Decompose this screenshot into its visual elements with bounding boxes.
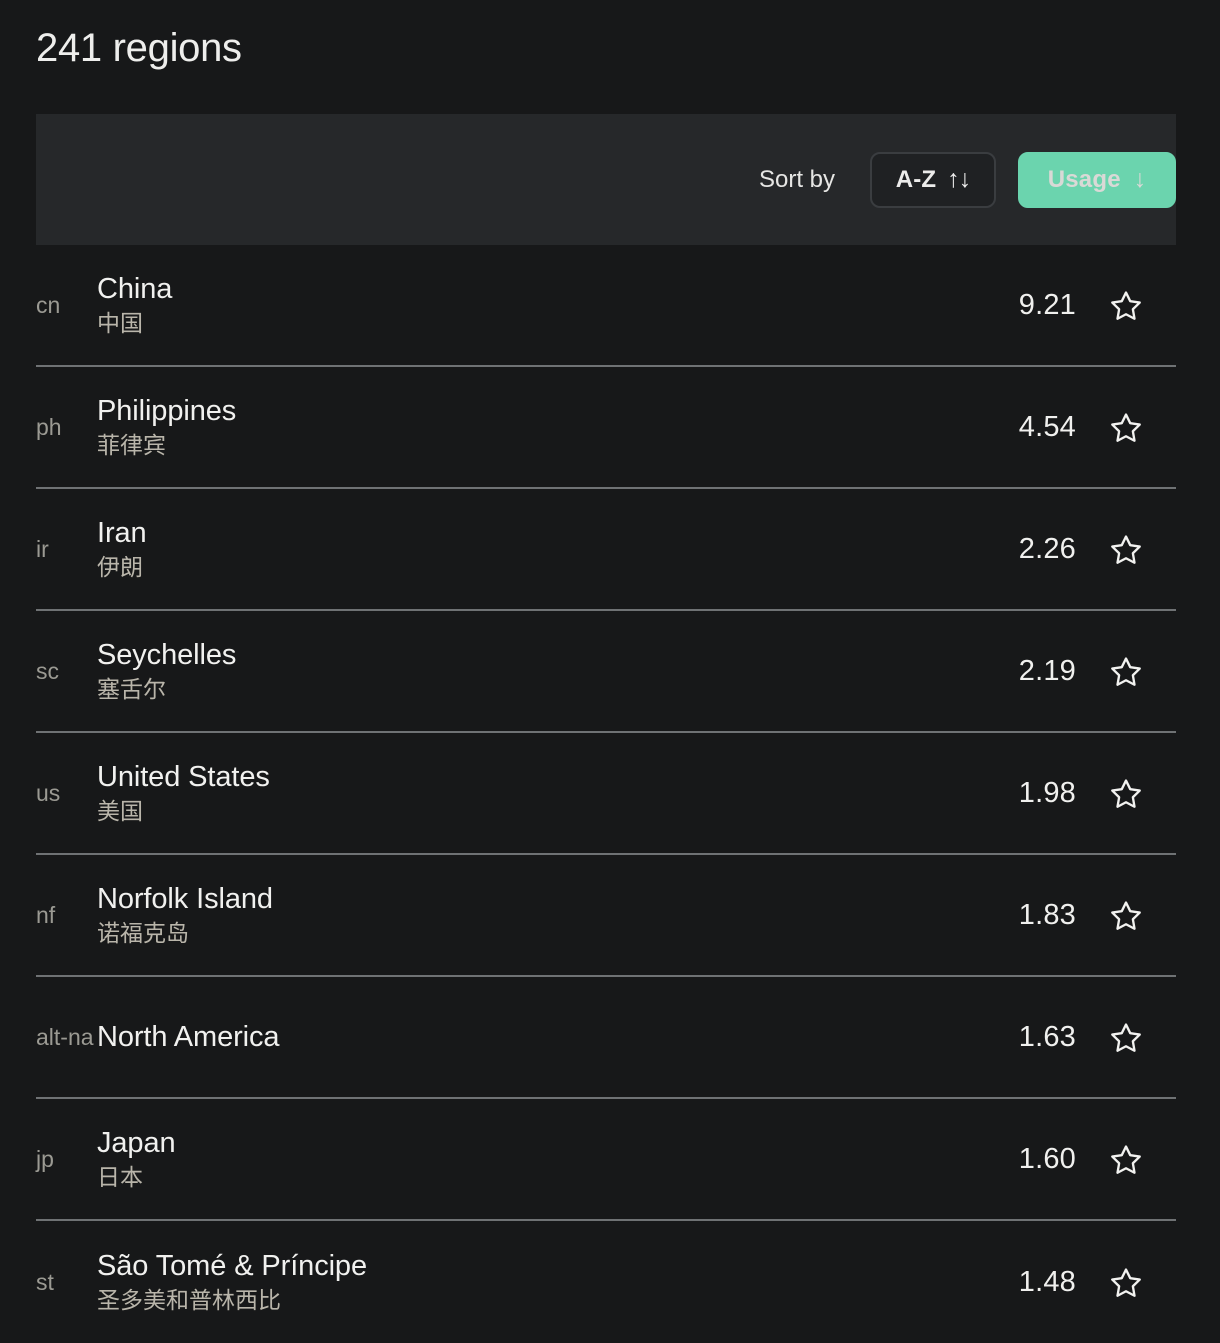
region-names: Philippines 菲律宾: [97, 394, 926, 460]
table-row[interactable]: st São Tomé & Príncipe 圣多美和普林西比 1.48: [36, 1221, 1176, 1343]
table-row[interactable]: jp Japan 日本 1.60: [36, 1099, 1176, 1221]
star-outline-icon: [1109, 1266, 1143, 1299]
region-name-english: Norfolk Island: [97, 883, 273, 915]
favorite-star-button[interactable]: [1076, 899, 1176, 932]
region-name-localized: 塞舌尔: [97, 676, 166, 702]
favorite-star-button[interactable]: [1076, 1143, 1176, 1176]
region-names: Japan 日本: [97, 1126, 926, 1192]
sort-updown-arrows-icon: ↑↓: [947, 165, 971, 193]
region-usage-value: 1.98: [1018, 777, 1076, 809]
favorite-star-button[interactable]: [1076, 777, 1176, 810]
favorite-star-button[interactable]: [1076, 411, 1176, 444]
table-row[interactable]: sc Seychelles 塞舌尔 2.19: [36, 611, 1176, 733]
sort-alphabetical-label: A-Z: [895, 165, 937, 193]
region-name-english: Iran: [97, 517, 147, 549]
table-row[interactable]: nf Norfolk Island 诺福克岛 1.83: [36, 855, 1176, 977]
region-code: alt-na: [36, 1023, 94, 1050]
region-names: Iran 伊朗: [97, 516, 926, 582]
region-code: ph: [36, 413, 62, 440]
region-name-english: North America: [97, 1021, 280, 1053]
region-list: cn China 中国 9.21 ph Philippines 菲律宾 4.54: [36, 245, 1176, 1343]
region-names: São Tomé & Príncipe 圣多美和普林西比: [97, 1249, 926, 1315]
region-code: us: [36, 779, 61, 806]
region-name-english: Seychelles: [97, 639, 237, 671]
region-name-english: São Tomé & Príncipe: [97, 1250, 367, 1282]
sort-toolbar: Sort by A-Z ↑↓ Usage ↓: [36, 114, 1176, 245]
favorite-star-button[interactable]: [1076, 289, 1176, 322]
region-name-localized: 菲律宾: [97, 432, 166, 458]
regions-page: 241 regions Sort by A-Z ↑↓ Usage ↓ cn Ch…: [0, 0, 1220, 1332]
region-code: jp: [36, 1145, 54, 1172]
favorite-star-button[interactable]: [1076, 655, 1176, 688]
region-name-localized: 圣多美和普林西比: [97, 1287, 281, 1313]
sort-usage-button[interactable]: Usage ↓: [1018, 151, 1176, 208]
star-outline-icon: [1109, 777, 1143, 810]
table-row[interactable]: ir Iran 伊朗 2.26: [36, 489, 1176, 611]
region-name-english: Philippines: [97, 395, 237, 427]
star-outline-icon: [1109, 1021, 1143, 1054]
star-outline-icon: [1109, 411, 1143, 444]
region-code: st: [36, 1268, 54, 1295]
region-names: Norfolk Island 诺福克岛: [97, 882, 926, 948]
region-name-localized: 中国: [97, 310, 143, 336]
region-name-localized: 美国: [97, 798, 143, 824]
favorite-star-button[interactable]: [1076, 1266, 1176, 1299]
table-row[interactable]: us United States 美国 1.98: [36, 733, 1176, 855]
star-outline-icon: [1109, 1143, 1143, 1176]
region-usage-value: 1.48: [1018, 1266, 1076, 1298]
region-name-english: United States: [97, 761, 270, 793]
region-usage-value: 1.63: [1018, 1021, 1076, 1053]
region-names: United States 美国: [97, 760, 926, 826]
region-usage-value: 9.21: [1018, 289, 1076, 321]
region-name-localized: 日本: [97, 1164, 143, 1190]
arrow-down-icon: ↓: [1133, 165, 1147, 193]
star-outline-icon: [1109, 289, 1143, 322]
region-name-english: Japan: [97, 1127, 176, 1159]
table-row[interactable]: cn China 中国 9.21: [36, 245, 1176, 367]
page-title: 241 regions: [36, 26, 242, 70]
region-usage-value: 1.60: [1018, 1143, 1076, 1175]
table-row[interactable]: ph Philippines 菲律宾 4.54: [36, 367, 1176, 489]
table-row[interactable]: alt-na North America 1.63: [36, 977, 1176, 1099]
region-name-localized: 伊朗: [97, 554, 143, 580]
region-code: cn: [36, 291, 61, 318]
region-usage-value: 1.83: [1018, 899, 1076, 931]
star-outline-icon: [1109, 899, 1143, 932]
region-names: China 中国: [97, 272, 926, 338]
star-outline-icon: [1109, 655, 1143, 688]
region-names: Seychelles 塞舌尔: [97, 638, 926, 704]
region-code: nf: [36, 901, 56, 928]
region-usage-value: 2.26: [1018, 533, 1076, 565]
region-code: ir: [36, 535, 49, 562]
sort-by-label: Sort by: [758, 165, 835, 193]
region-name-localized: 诺福克岛: [97, 920, 189, 946]
favorite-star-button[interactable]: [1076, 1021, 1176, 1054]
region-code: sc: [36, 657, 59, 684]
favorite-star-button[interactable]: [1076, 533, 1176, 566]
region-name-english: China: [97, 273, 173, 305]
region-usage-value: 4.54: [1018, 411, 1076, 443]
region-usage-value: 2.19: [1018, 655, 1076, 687]
region-names: North America: [97, 1018, 926, 1056]
sort-alphabetical-button[interactable]: A-Z ↑↓: [870, 151, 996, 208]
sort-usage-label: Usage: [1047, 165, 1121, 193]
star-outline-icon: [1109, 533, 1143, 566]
